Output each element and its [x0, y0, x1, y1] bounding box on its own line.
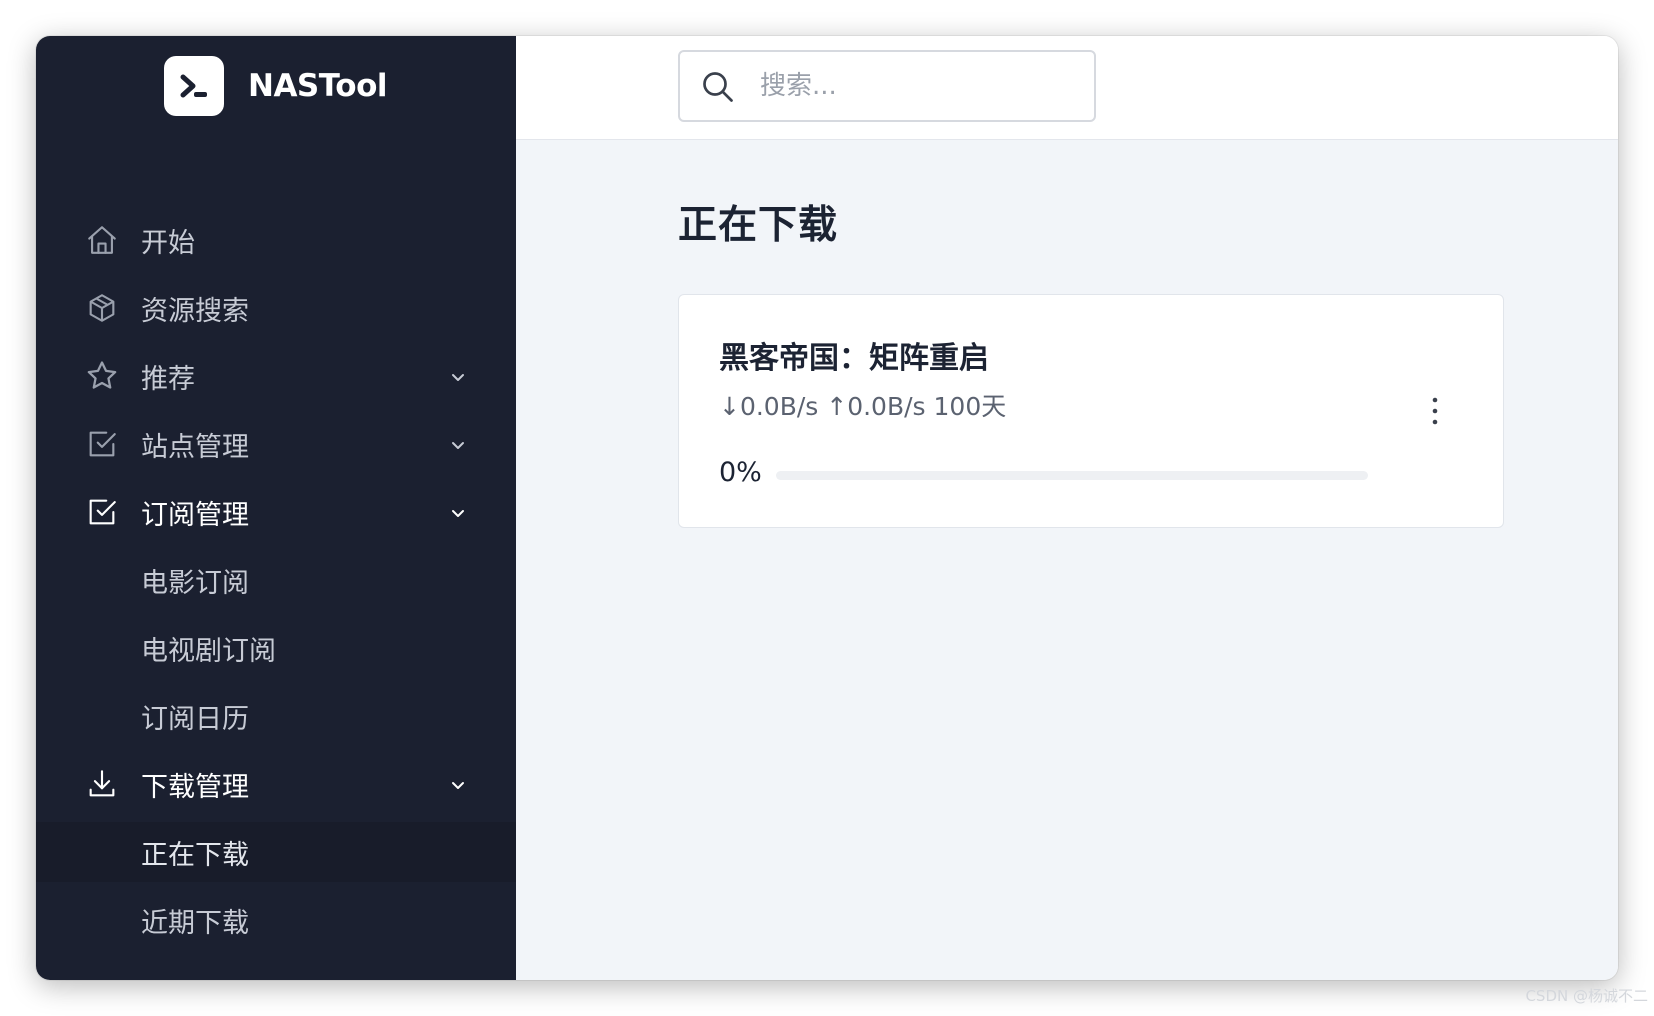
sidebar-item-label: 下载管理 — [141, 771, 249, 803]
sidebar-item-start[interactable]: 开始 — [36, 210, 516, 270]
star-icon — [84, 358, 120, 394]
sidebar-subitem-label: 电影订阅 — [141, 567, 249, 599]
download-icon — [84, 766, 120, 802]
chevron-down-icon — [449, 504, 467, 522]
chevron-down-icon — [449, 776, 467, 794]
sidebar-subitem-recent-downloads[interactable]: 近期下载 — [36, 890, 516, 950]
brand[interactable]: NASTool — [164, 56, 388, 116]
checkbox-icon — [84, 426, 120, 462]
sidebar-item-site-management[interactable]: 站点管理 — [36, 414, 516, 474]
sidebar-item-label: 站点管理 — [141, 431, 249, 463]
sidebar-item-recommend[interactable]: 推荐 — [36, 346, 516, 406]
download-stats: ↓0.0B/s ↑0.0B/s 100天 — [719, 392, 1007, 421]
sidebar-subitem-tv-subscription[interactable]: 电视剧订阅 — [36, 618, 516, 678]
sidebar: NASTool 开始 资源搜索 推荐 站点管理 订阅管理 电影订阅 电视剧订阅 … — [36, 36, 516, 980]
download-title: 黑客帝国：矩阵重启 — [719, 341, 989, 376]
sidebar-item-label: 资源搜索 — [141, 295, 249, 327]
sidebar-item-subscription-management[interactable]: 订阅管理 — [36, 482, 516, 542]
page-title: 正在下载 — [678, 203, 839, 248]
watermark: CSDN @杨诚不二 — [1525, 987, 1648, 1005]
search-input[interactable] — [760, 52, 1080, 120]
terminal-logo-icon — [164, 56, 224, 116]
chevron-down-icon — [449, 368, 467, 386]
search-box[interactable] — [678, 50, 1096, 122]
sidebar-subitem-subscription-calendar[interactable]: 订阅日历 — [36, 686, 516, 746]
sidebar-subitem-label: 近期下载 — [141, 907, 249, 939]
sidebar-item-label: 开始 — [141, 227, 195, 259]
sidebar-subitem-label: 订阅日历 — [141, 703, 249, 735]
sidebar-item-label: 订阅管理 — [141, 499, 249, 531]
main-content: 正在下载 黑客帝国：矩阵重启 ↓0.0B/s ↑0.0B/s 100天 0% — [516, 36, 1618, 980]
download-card: 黑客帝国：矩阵重启 ↓0.0B/s ↑0.0B/s 100天 0% — [678, 294, 1504, 528]
more-options-button[interactable] — [1423, 391, 1447, 431]
sidebar-subitem-label: 正在下载 — [141, 839, 249, 871]
sidebar-item-label: 推荐 — [141, 363, 195, 395]
sidebar-item-download-management[interactable]: 下载管理 — [36, 754, 516, 814]
sidebar-subitem-downloading[interactable]: 正在下载 — [36, 822, 516, 882]
search-icon — [703, 72, 733, 102]
app-window: NASTool 开始 资源搜索 推荐 站点管理 订阅管理 电影订阅 电视剧订阅 … — [36, 36, 1618, 980]
progress-bar — [776, 471, 1368, 480]
top-bar — [516, 36, 1618, 140]
vertical-dots-icon — [1432, 397, 1438, 425]
brand-name: NASTool — [248, 68, 388, 104]
progress-label: 0% — [719, 457, 762, 488]
cube-icon — [84, 290, 120, 326]
checkbox-icon — [84, 494, 120, 530]
sidebar-item-resource-search[interactable]: 资源搜索 — [36, 278, 516, 338]
sidebar-subitem-movie-subscription[interactable]: 电影订阅 — [36, 550, 516, 610]
sidebar-subitem-label: 电视剧订阅 — [141, 635, 276, 667]
home-icon — [84, 222, 120, 258]
chevron-down-icon — [449, 436, 467, 454]
